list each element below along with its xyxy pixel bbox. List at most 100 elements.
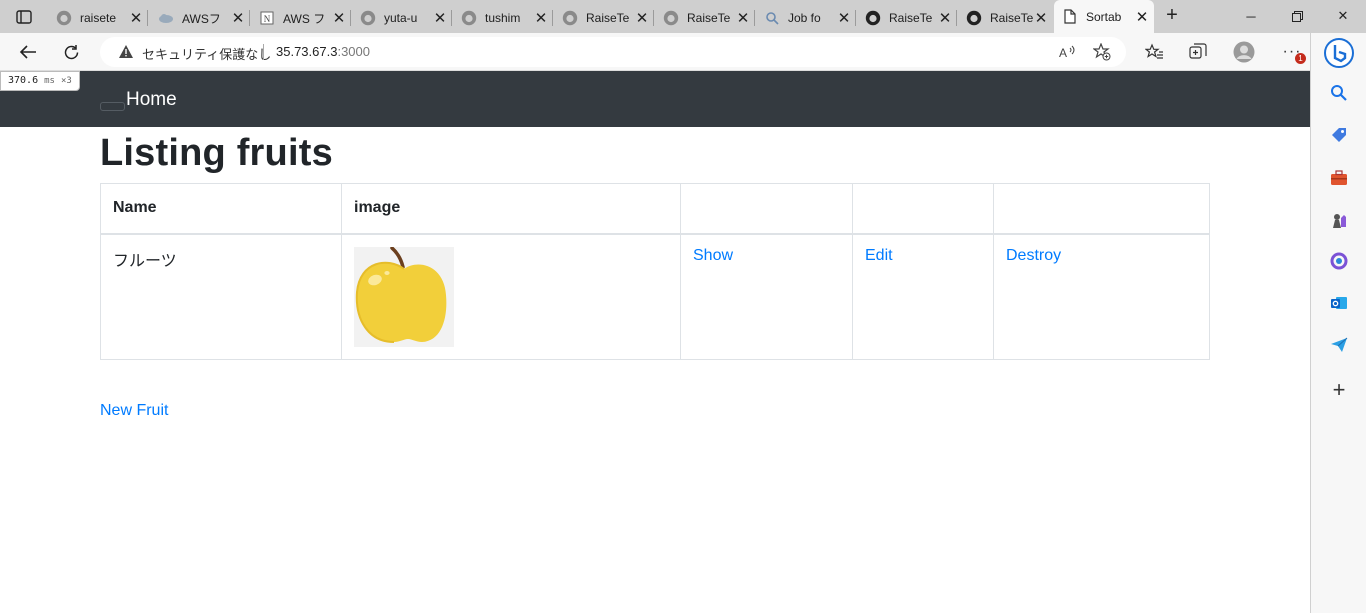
fruits-table: Name image フルーツ Show Edit Destroy: [100, 183, 1210, 360]
navbar-brand[interactable]: Home: [126, 89, 177, 111]
browser-tab[interactable]: tushim ✕: [453, 5, 553, 31]
svg-text:A: A: [1059, 46, 1067, 59]
tab-separator: [552, 10, 553, 26]
web-page: Home Listing fruits Name image フルーツ Show…: [0, 71, 1310, 613]
tab-close-icon[interactable]: ✕: [1134, 8, 1150, 26]
github-icon: [966, 10, 982, 26]
tab-title: RaiseTe: [990, 11, 1033, 25]
tab-close-icon[interactable]: ✕: [533, 9, 549, 27]
tab-title: Job fo: [788, 11, 821, 25]
send-telegram-icon[interactable]: [1325, 331, 1353, 359]
new-tab-button[interactable]: +: [1160, 5, 1184, 27]
url-text[interactable]: 35.73.67.3:3000: [276, 44, 370, 59]
github-icon: [663, 10, 679, 26]
browser-tab[interactable]: yuta-u ✕: [352, 5, 452, 31]
table-row: フルーツ Show Edit Destroy: [100, 233, 1210, 360]
tab-title: raisete: [80, 11, 117, 25]
bing-chat-icon[interactable]: [1323, 37, 1355, 69]
show-cell: Show: [680, 233, 853, 360]
new-fruit-link[interactable]: New Fruit: [100, 402, 168, 420]
security-label[interactable]: セキュリティ保護なし: [142, 44, 271, 63]
tab-separator: [147, 10, 148, 26]
github-icon: [562, 10, 578, 26]
more-options-button[interactable]: ··· 1: [1279, 39, 1306, 65]
tab-separator: [249, 10, 250, 26]
refresh-icon: [64, 44, 78, 59]
games-chess-icon[interactable]: [1325, 207, 1353, 235]
tab-close-icon[interactable]: ✕: [128, 9, 144, 27]
shopping-tag-icon[interactable]: [1325, 121, 1353, 149]
tab-close-icon[interactable]: ✕: [634, 9, 650, 27]
address-bar[interactable]: セキュリティ保護なし 35.73.67.3:3000 A: [100, 37, 1126, 67]
add-sidebar-app-icon[interactable]: +: [1325, 376, 1353, 404]
column-header-show: [680, 183, 853, 235]
page-icon: [1062, 9, 1078, 25]
browser-tab[interactable]: RaiseTe ✕: [554, 5, 654, 31]
tab-separator: [350, 10, 351, 26]
tab-strip: raisete ✕ AWSフ ✕ N AWS フ ✕ yuta-u ✕ tush…: [0, 0, 1366, 33]
tab-title: RaiseTe: [889, 11, 933, 25]
search-icon: [764, 10, 780, 26]
perf-timing-badge: 370.6 ms ×3: [0, 71, 80, 91]
tab-title: yuta-u: [384, 11, 418, 25]
url-port: :3000: [337, 44, 370, 59]
refresh-button[interactable]: [57, 38, 85, 66]
tab-close-icon[interactable]: ✕: [230, 9, 246, 27]
tab-title: RaiseTe: [687, 11, 731, 25]
favorites-icon[interactable]: [1141, 39, 1167, 65]
github-icon: [865, 10, 881, 26]
tab-title: AWSフ: [182, 11, 221, 26]
microsoft-365-icon[interactable]: [1325, 247, 1353, 275]
browser-tab[interactable]: Job fo ✕: [756, 5, 856, 31]
browser-tab[interactable]: RaiseTe ✕: [958, 5, 1053, 31]
edit-link[interactable]: Edit: [865, 247, 893, 264]
browser-tab[interactable]: raisete ✕: [48, 5, 148, 31]
add-favorite-icon[interactable]: [1091, 42, 1113, 62]
tab-separator: [754, 10, 755, 26]
tab-close-icon[interactable]: ✕: [836, 9, 852, 27]
back-arrow-icon: [19, 45, 36, 59]
navbar-toggler[interactable]: [100, 102, 125, 111]
collections-icon[interactable]: [1185, 39, 1211, 65]
restore-button[interactable]: [1274, 2, 1320, 30]
read-aloud-icon[interactable]: A: [1057, 42, 1079, 62]
destroy-cell: Destroy: [993, 233, 1210, 360]
tab-close-icon[interactable]: ✕: [1033, 9, 1049, 27]
column-header-edit: [852, 183, 994, 235]
show-link[interactable]: Show: [693, 247, 733, 264]
browser-tab[interactable]: RaiseTe ✕: [857, 5, 957, 31]
tab-close-icon[interactable]: ✕: [432, 9, 448, 27]
aws-cloud-icon: [158, 10, 174, 26]
column-header-destroy: [993, 183, 1210, 235]
browser-tab-active[interactable]: Sortab ✕: [1054, 0, 1154, 33]
outlook-icon[interactable]: [1325, 289, 1353, 317]
browser-tab[interactable]: RaiseTe ✕: [655, 5, 755, 31]
browser-tab[interactable]: N AWS フ ✕: [251, 5, 351, 31]
back-button[interactable]: [14, 38, 42, 66]
browser-tab[interactable]: AWSフ ✕: [150, 5, 250, 31]
tab-actions-icon[interactable]: [8, 6, 40, 28]
table-header-row: Name image: [100, 183, 1210, 235]
profile-avatar[interactable]: [1231, 39, 1257, 65]
warning-icon[interactable]: [118, 44, 134, 64]
page-title: Listing fruits: [100, 132, 333, 174]
restore-icon: [1291, 10, 1303, 22]
tab-separator: [956, 10, 957, 26]
tab-title: AWS フ: [283, 11, 326, 26]
tab-close-icon[interactable]: ✕: [735, 9, 751, 27]
edit-cell: Edit: [852, 233, 994, 360]
tab-close-icon[interactable]: ✕: [937, 9, 953, 27]
search-icon[interactable]: [1325, 79, 1353, 107]
minimize-button[interactable]: ─: [1228, 2, 1274, 30]
edge-sidebar: +: [1310, 33, 1366, 613]
destroy-link[interactable]: Destroy: [1006, 247, 1061, 264]
github-icon: [461, 10, 477, 26]
tab-close-icon[interactable]: ✕: [331, 9, 347, 27]
tools-briefcase-icon[interactable]: [1325, 164, 1353, 192]
tab-separator: [653, 10, 654, 26]
column-header-image: image: [341, 183, 681, 235]
column-header-name: Name: [100, 183, 342, 235]
perf-unit: ms: [44, 76, 55, 86]
github-icon: [360, 10, 376, 26]
close-window-button[interactable]: ✕: [1320, 2, 1366, 30]
